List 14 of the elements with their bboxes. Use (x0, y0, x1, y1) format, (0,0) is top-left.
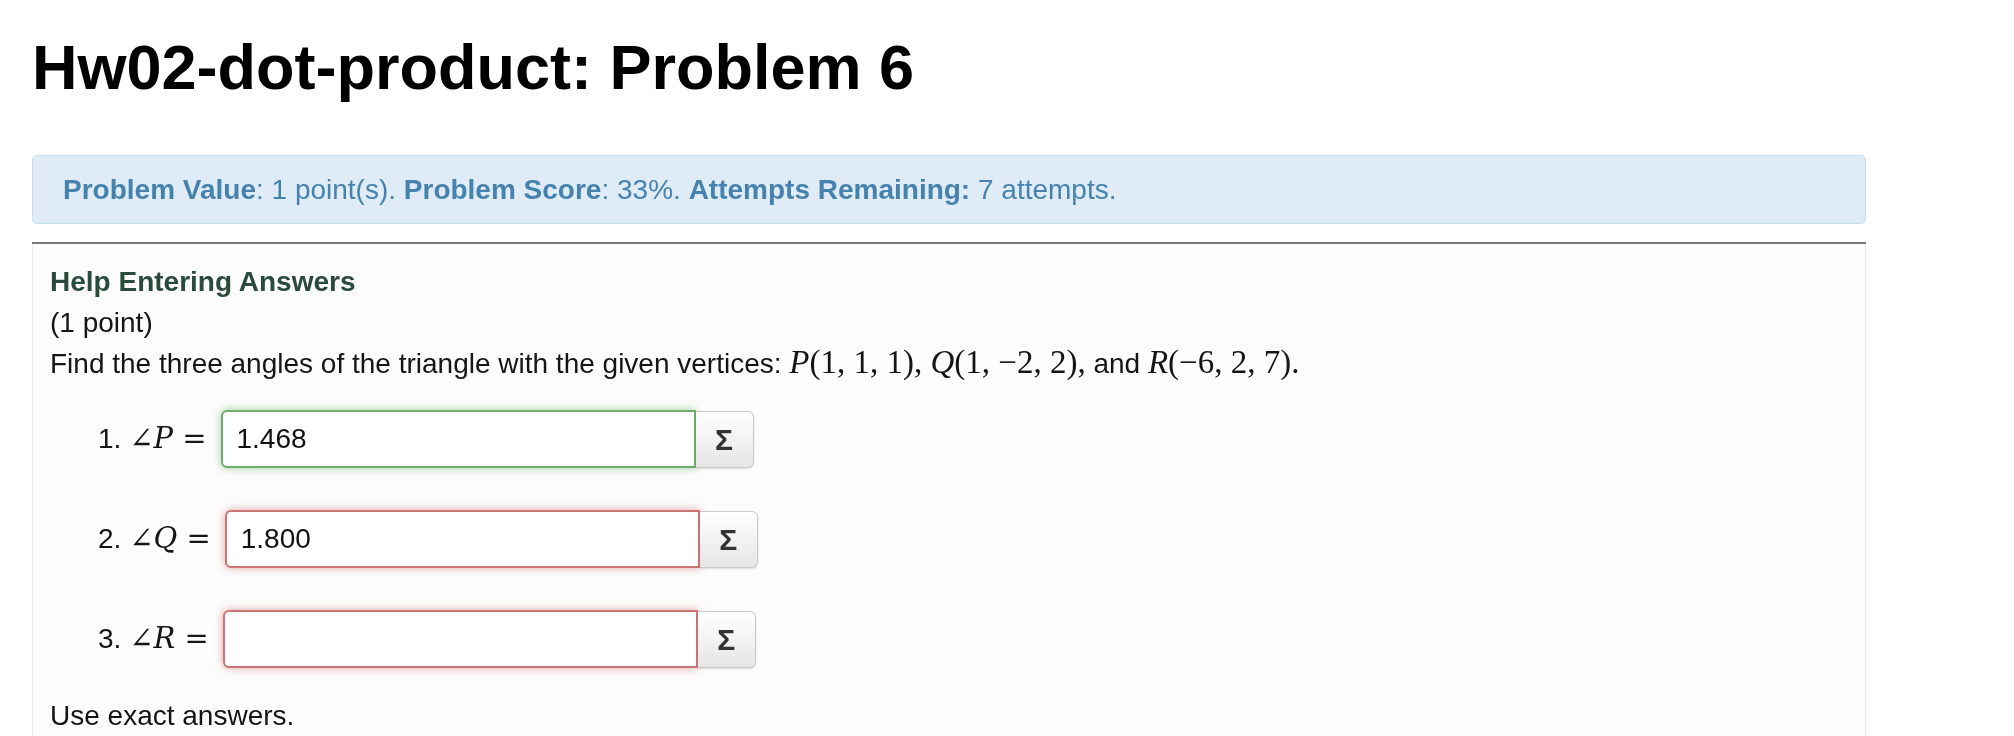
answer-field[interactable] (222, 610, 698, 668)
answer-field[interactable]: 1.468 (220, 410, 696, 468)
points-text: (1 point) (50, 306, 153, 340)
help-link[interactable]: Help Entering Answers (50, 261, 356, 302)
question-text: Find the three angles of the triangle with the given vertices: P(1, 1, 1), Q(1, −2, 2), and R(−6, 2, 7). (50, 343, 1300, 382)
answer-label: 3. ∠R = (98, 622, 209, 656)
sigma-button[interactable]: Σ (697, 610, 756, 668)
answer-label: 1. ∠P = (98, 422, 207, 456)
answer-field[interactable]: 1.800 (224, 510, 700, 568)
answer-label: 2. ∠Q = (98, 522, 211, 556)
sigma-button[interactable]: Σ (699, 510, 758, 568)
sigma-button[interactable]: Σ (695, 410, 754, 468)
problem-status-text: Problem Value: 1 point(s). Problem Score: 33%. Attempts Remaining: 7 attempts. (63, 173, 1117, 206)
instruction-text: Use exact answers. (50, 699, 295, 733)
